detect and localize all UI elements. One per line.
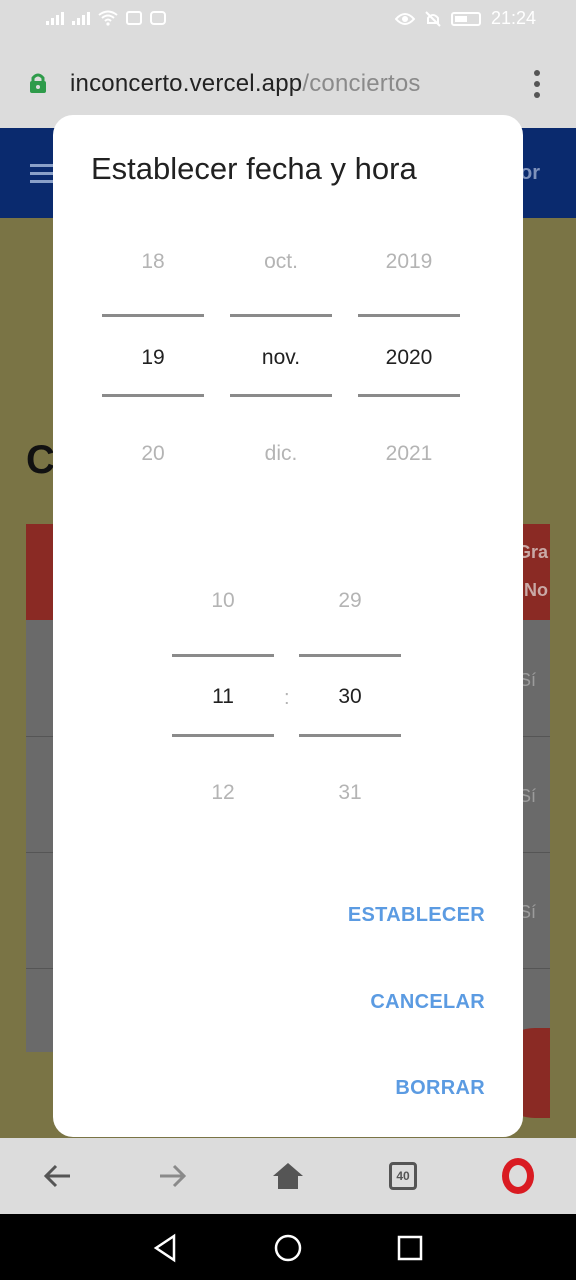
tabs-button[interactable]: 40: [383, 1156, 423, 1196]
triangle-back-icon: [153, 1233, 176, 1263]
month-selected[interactable]: nov.: [230, 346, 332, 370]
more-options-icon[interactable]: [532, 70, 542, 100]
page-title: C: [26, 438, 55, 482]
status-right: 21:24: [394, 8, 536, 29]
nav-back-button[interactable]: [150, 1232, 182, 1264]
tabs-count: 40: [389, 1162, 417, 1190]
hour-next[interactable]: 12: [172, 781, 274, 805]
month-next[interactable]: dic.: [230, 442, 332, 466]
browser-toolbar: 40: [0, 1138, 576, 1214]
minute-prev[interactable]: 29: [299, 589, 401, 613]
day-next[interactable]: 20: [102, 442, 204, 466]
circle-home-icon: [274, 1234, 302, 1262]
forward-button[interactable]: [152, 1156, 192, 1196]
signal-icon-2: [72, 11, 90, 25]
nav-recents-button[interactable]: [394, 1232, 426, 1264]
year-selected[interactable]: 2020: [358, 346, 460, 370]
wifi-icon: [98, 10, 118, 26]
opera-menu-button[interactable]: [498, 1156, 538, 1196]
day-rule-top: [102, 314, 204, 317]
back-button[interactable]: [38, 1156, 78, 1196]
day-rule-bottom: [102, 394, 204, 397]
url-path: /conciertos: [302, 70, 421, 97]
dialog-title: Establecer fecha y hora: [91, 151, 417, 186]
month-prev[interactable]: oct.: [230, 250, 332, 274]
nav-home-button[interactable]: [272, 1232, 304, 1264]
year-rule-bottom: [358, 394, 460, 397]
battery-icon: [450, 11, 481, 26]
home-icon: [273, 1163, 303, 1189]
datetime-dialog: Establecer fecha y hora 18 19 20 oct. no…: [53, 115, 523, 1137]
set-button[interactable]: ESTABLECER: [348, 904, 485, 927]
status-time: 21:24: [490, 8, 536, 28]
status-bar: 21:24: [0, 0, 576, 40]
hour-selected[interactable]: 11: [172, 685, 274, 709]
system-nav-bar: [0, 1214, 576, 1280]
mute-bell-icon: [425, 10, 441, 27]
lock-icon: [30, 73, 46, 93]
url-text[interactable]: inconcerto.vercel.app/conciertos: [70, 70, 421, 98]
month-rule-bottom: [230, 394, 332, 397]
day-selected[interactable]: 19: [102, 346, 204, 370]
minute-next[interactable]: 31: [299, 781, 401, 805]
hour-prev[interactable]: 10: [172, 589, 274, 613]
minute-rule-bottom: [299, 734, 401, 737]
day-prev[interactable]: 18: [102, 250, 204, 274]
signal-icon: [46, 11, 64, 25]
arrow-right-icon: [160, 1164, 187, 1188]
eye-icon: [394, 12, 415, 25]
year-next[interactable]: 2021: [358, 442, 460, 466]
e-icon: [150, 11, 166, 25]
screen-icon: [126, 11, 142, 25]
minute-selected[interactable]: 30: [299, 685, 401, 709]
table-head-text-2: No: [524, 580, 548, 600]
square-recents-icon: [397, 1235, 423, 1261]
time-separator: :: [284, 687, 290, 709]
hour-rule-bottom: [172, 734, 274, 737]
hour-rule-top: [172, 654, 274, 657]
month-rule-top: [230, 314, 332, 317]
header-partial-text: or: [520, 162, 540, 184]
url-host: inconcerto.vercel.app: [70, 70, 303, 97]
arrow-left-icon: [43, 1164, 70, 1188]
home-button[interactable]: [268, 1156, 308, 1196]
year-prev[interactable]: 2019: [358, 250, 460, 274]
cancel-button[interactable]: CANCELAR: [370, 991, 485, 1014]
opera-icon: [502, 1158, 534, 1194]
year-rule-top: [358, 314, 460, 317]
clear-button[interactable]: BORRAR: [395, 1077, 485, 1100]
minute-rule-top: [299, 654, 401, 657]
status-left: [46, 10, 166, 26]
